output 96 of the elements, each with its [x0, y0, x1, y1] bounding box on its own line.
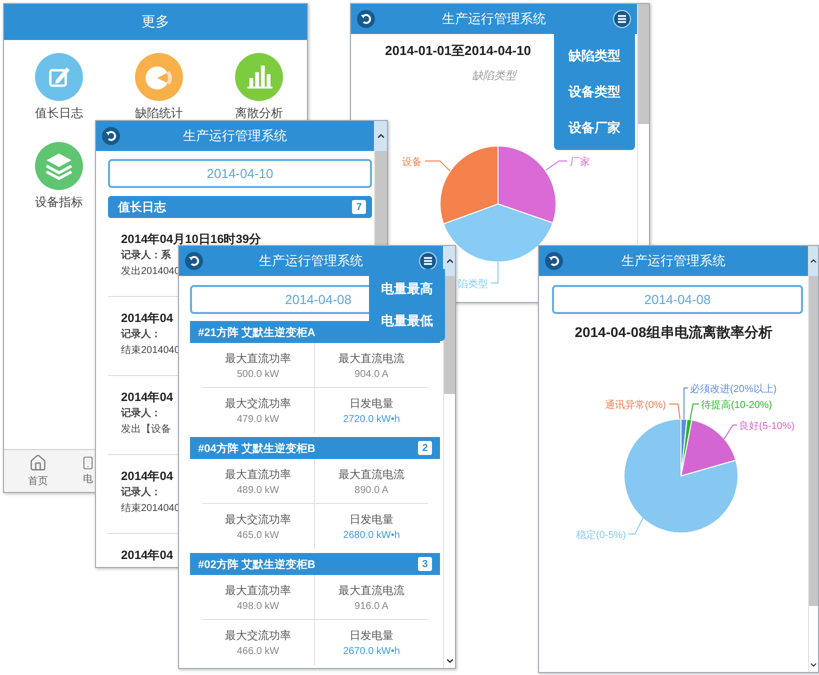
stat-value: 498.0 kW: [236, 600, 280, 612]
leader-line: [724, 424, 738, 440]
stat-value: 500.0 kW: [236, 368, 280, 380]
tile-label: 设备指标: [35, 194, 83, 211]
section-title: 值长日志: [118, 198, 166, 216]
menu-tile[interactable]: 设备指标: [35, 142, 83, 211]
stat-label: 最大交流功率: [225, 512, 291, 527]
stat-value: 2680.0 kW•h: [343, 530, 400, 541]
tile-label: 缺陷统计: [135, 105, 183, 122]
stat-value: 890.0 A: [354, 484, 388, 496]
count-badge: 2: [418, 441, 432, 455]
stat-label: 最大直流电流: [338, 352, 404, 366]
tab-item[interactable]: 电: [81, 456, 95, 486]
entry-time: 2014年04: [121, 311, 174, 325]
leader-line: [668, 404, 680, 420]
stat-label: 最大交流功率: [225, 396, 291, 411]
leader-line: [628, 518, 644, 534]
pencil-icon: [35, 53, 83, 101]
home-icon: [29, 454, 47, 472]
entry-time: 2014年04: [121, 548, 174, 562]
chevron-down-icon[interactable]: [444, 656, 454, 666]
count-badge: 7: [352, 200, 366, 214]
entry-recorder: 记录人：: [121, 408, 161, 420]
stat-label: 日发电量: [350, 397, 394, 411]
report-heading: 2014-01-01至2014-04-10: [385, 42, 531, 60]
stat-label: 最大交流功率: [225, 628, 291, 643]
menu-tile[interactable]: 离散分析: [235, 53, 283, 122]
screen-title: 生产运行管理系统: [259, 252, 363, 270]
leader-line: [546, 160, 568, 170]
leader-line: [424, 160, 450, 172]
pie-chart-icon: [135, 53, 183, 101]
scrollbar-thumb[interactable]: [638, 4, 649, 124]
stat-value: 489.0 kW: [236, 484, 280, 496]
bar-chart-icon: [235, 53, 283, 101]
stat-value: 904.0 A: [354, 368, 388, 380]
menu-tile[interactable]: 值长日志: [35, 53, 83, 122]
stat-label: 最大直流功率: [225, 468, 291, 482]
back-icon[interactable]: [185, 252, 203, 270]
back-icon[interactable]: [102, 127, 120, 145]
tab-item[interactable]: 首页: [28, 454, 48, 488]
stat-value: 479.0 kW: [236, 414, 280, 425]
phone-icon: [81, 456, 95, 470]
screen-title: 更多: [142, 13, 170, 31]
date-field[interactable]: 2014-04-08: [552, 285, 803, 314]
screen-title: 生产运行管理系统: [442, 10, 546, 28]
back-icon[interactable]: [545, 252, 563, 270]
menu-tile[interactable]: 缺陷统计: [135, 53, 183, 122]
slice-label: 稳定(0-5%): [576, 530, 626, 541]
chart-subtitle: 缺陷类型: [471, 69, 518, 83]
menu-item[interactable]: 设备厂家: [554, 110, 635, 146]
stat-label: 最大直流功率: [225, 584, 291, 598]
date-field[interactable]: 2014-04-10: [108, 159, 372, 188]
entry-summary: 发出【设备: [121, 424, 171, 436]
screen-title: 生产运行管理系统: [622, 252, 726, 270]
entry-time: 2014年04: [121, 390, 174, 404]
stat-value: 2670.0 kW•h: [343, 646, 400, 657]
menu-item[interactable]: 设备类型: [554, 74, 635, 110]
entry-recorder: 记录人：: [121, 329, 161, 341]
stat-value: 916.0 A: [354, 600, 388, 612]
slice-label: 设备: [402, 157, 422, 168]
slice-label: 良好(5-10%): [739, 421, 795, 432]
slice-label: 待提高(10-20%): [701, 400, 772, 411]
leader-line: [490, 262, 498, 284]
group-title: #04方阵 艾默生逆变柜B: [198, 442, 316, 456]
group-title: #02方阵 艾默生逆变柜B: [198, 558, 316, 572]
slice-label: 必须改进(20%以上): [690, 384, 777, 395]
stat-label: 最大直流电流: [338, 584, 404, 598]
stat-label: 日发电量: [350, 629, 394, 643]
scrollbar-thumb[interactable]: [444, 276, 455, 394]
stat-label: 最大直流电流: [338, 468, 404, 482]
entry-recorder: 记录人：: [121, 487, 161, 499]
back-icon[interactable]: [357, 10, 375, 28]
menu-icon[interactable]: [419, 252, 437, 270]
stat-value: 465.0 kW: [236, 530, 280, 541]
screen-title: 生产运行管理系统: [183, 127, 287, 145]
tile-label: 值长日志: [35, 105, 83, 122]
slice-label: 厂家: [570, 157, 590, 168]
tile-label: 离散分析: [235, 105, 283, 122]
menu-item[interactable]: 缺陷类型: [554, 38, 635, 74]
menu-icon[interactable]: [613, 10, 631, 28]
slice-label: 陷类型: [458, 279, 488, 290]
chevron-up-icon[interactable]: [376, 131, 386, 141]
stat-value: 2720.0 kW•h: [343, 414, 400, 425]
stat-value: 466.0 kW: [236, 646, 280, 657]
count-badge: 3: [418, 557, 432, 571]
stat-label: 最大直流功率: [225, 352, 291, 366]
chevron-up-icon[interactable]: [444, 256, 454, 266]
entry-time: 2014年04: [121, 469, 174, 483]
group-title: #21方阵 艾默生逆变柜A: [198, 326, 316, 340]
stat-label: 日发电量: [350, 513, 394, 527]
scrollbar-thumb[interactable]: [809, 276, 818, 606]
entry-time: 2014年04月10日16时39分: [121, 232, 262, 246]
entry-recorder: 记录人：系: [121, 250, 171, 262]
report-heading: 2014-04-08组串电流离散率分析: [574, 324, 772, 342]
slice-label: 通讯异常(0%): [604, 400, 666, 411]
layers-icon: [35, 142, 83, 190]
